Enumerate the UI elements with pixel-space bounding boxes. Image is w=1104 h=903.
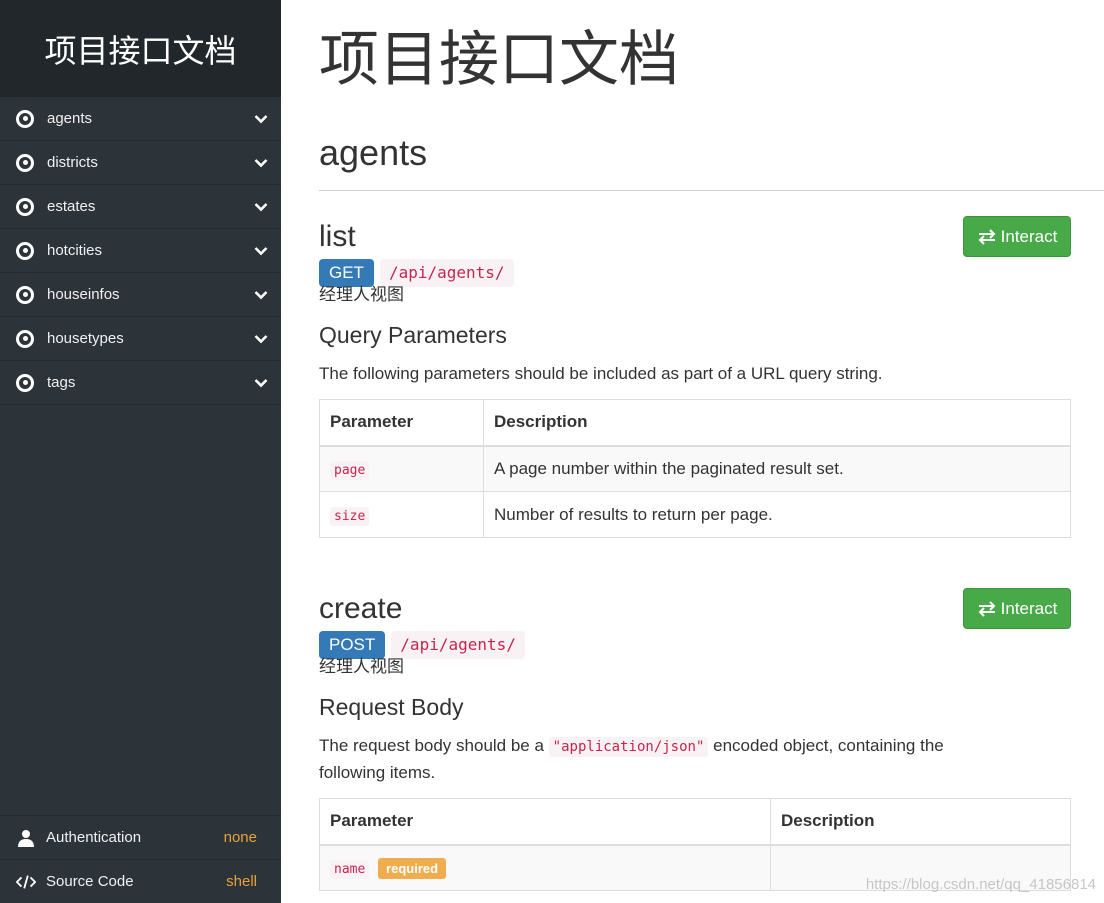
table-row: size Number of results to return per pag… — [319, 491, 1071, 538]
target-icon — [16, 241, 34, 260]
authentication-value[interactable]: none — [224, 829, 257, 846]
sidebar-item-districts[interactable]: districts — [0, 141, 281, 185]
watermark: https://blog.csdn.net/qq_41856814 — [865, 876, 1096, 893]
target-icon — [16, 109, 34, 128]
column-header: Description — [770, 798, 1071, 846]
user-icon — [16, 829, 36, 847]
source-code-label: Source Code — [46, 873, 134, 890]
interact-button[interactable]: Interact — [963, 216, 1071, 257]
chevron-down-icon — [241, 114, 281, 124]
sidebar-item-label: tags — [47, 374, 76, 391]
exchange-icon — [978, 600, 996, 617]
parameters-table: Parameter Description page A page number… — [319, 399, 1071, 538]
param-description: Number of results to return per page. — [483, 491, 1071, 538]
sidebar-item-tags[interactable]: tags — [0, 361, 281, 405]
sidebar-item-estates[interactable]: estates — [0, 185, 281, 229]
source-code-value[interactable]: shell — [226, 873, 257, 890]
target-icon — [16, 373, 34, 392]
endpoint-create: create Interact POST /api/agents/ 经理人视图 … — [319, 588, 1071, 891]
column-header: Parameter — [319, 399, 484, 447]
endpoint-list: list Interact GET /api/agents/ 经理人视图 Que… — [319, 216, 1071, 538]
sidebar-item-label: estates — [47, 198, 96, 215]
endpoint-name: list — [319, 219, 356, 253]
chevron-down-icon — [241, 334, 281, 344]
main-content: 项目接口文档 agents list Interact GET /api/age… — [319, 0, 1071, 891]
column-header: Parameter — [319, 798, 771, 846]
chevron-down-icon — [241, 290, 281, 300]
section-title: agents — [319, 132, 428, 173]
sidebar-item-label: houseinfos — [47, 286, 120, 303]
endpoint-path: /api/agents/ — [379, 259, 514, 287]
method-badge: GET — [319, 259, 374, 287]
authentication-item[interactable]: Authentication none — [0, 815, 281, 859]
sidebar-item-label: housetypes — [47, 330, 124, 347]
sidebar-brand[interactable]: 项目接口文档 — [0, 0, 281, 97]
param-description: A page number within the paginated resul… — [483, 445, 1071, 492]
authentication-label: Authentication — [46, 829, 142, 846]
interact-label: Interact — [1000, 226, 1058, 246]
code-icon — [16, 874, 36, 890]
param-name: page — [330, 460, 370, 480]
target-icon — [16, 153, 34, 172]
sidebar-item-housetypes[interactable]: housetypes — [0, 317, 281, 361]
target-icon — [16, 285, 34, 304]
source-code-item[interactable]: Source Code shell — [0, 859, 281, 903]
content-type-code: "application/json" — [548, 737, 709, 757]
page-title: 项目接口文档 — [319, 25, 679, 95]
required-badge: required — [378, 857, 447, 879]
text-segment: The request body should be a — [319, 736, 544, 755]
interact-button[interactable]: Interact — [963, 588, 1071, 629]
target-icon — [16, 197, 34, 216]
sidebar-item-hotcities[interactable]: hotcities — [0, 229, 281, 273]
request-body-title: Request Body — [319, 694, 464, 720]
endpoint-description: 经理人视图 — [319, 657, 404, 677]
column-header: Description — [483, 399, 1071, 447]
endpoint-name: create — [319, 591, 403, 625]
sidebar-item-label: agents — [47, 110, 93, 127]
chevron-down-icon — [241, 378, 281, 388]
query-parameters-text: The following parameters should be inclu… — [319, 364, 883, 383]
endpoint-description: 经理人视图 — [319, 285, 404, 305]
sidebar: 项目接口文档 agents districts estates hotcitie… — [0, 0, 281, 903]
chevron-down-icon — [241, 246, 281, 256]
sidebar-footer: Authentication none Source Code shell — [0, 815, 281, 903]
interact-label: Interact — [1000, 598, 1058, 618]
method-badge: POST — [319, 631, 386, 659]
param-name: size — [330, 506, 370, 526]
target-icon — [16, 329, 34, 348]
table-row: page A page number within the paginated … — [319, 445, 1071, 492]
sidebar-item-houseinfos[interactable]: houseinfos — [0, 273, 281, 317]
request-body-text: The request body should be a "applicatio… — [319, 733, 979, 785]
endpoint-path: /api/agents/ — [391, 631, 525, 659]
chevron-down-icon — [241, 202, 281, 212]
query-parameters-title: Query Parameters — [319, 322, 507, 348]
sidebar-item-label: hotcities — [47, 242, 103, 259]
param-name: name — [330, 859, 370, 879]
chevron-down-icon — [241, 158, 281, 168]
sidebar-item-label: districts — [47, 154, 98, 171]
sidebar-item-agents[interactable]: agents — [0, 97, 281, 141]
exchange-icon — [978, 228, 996, 245]
